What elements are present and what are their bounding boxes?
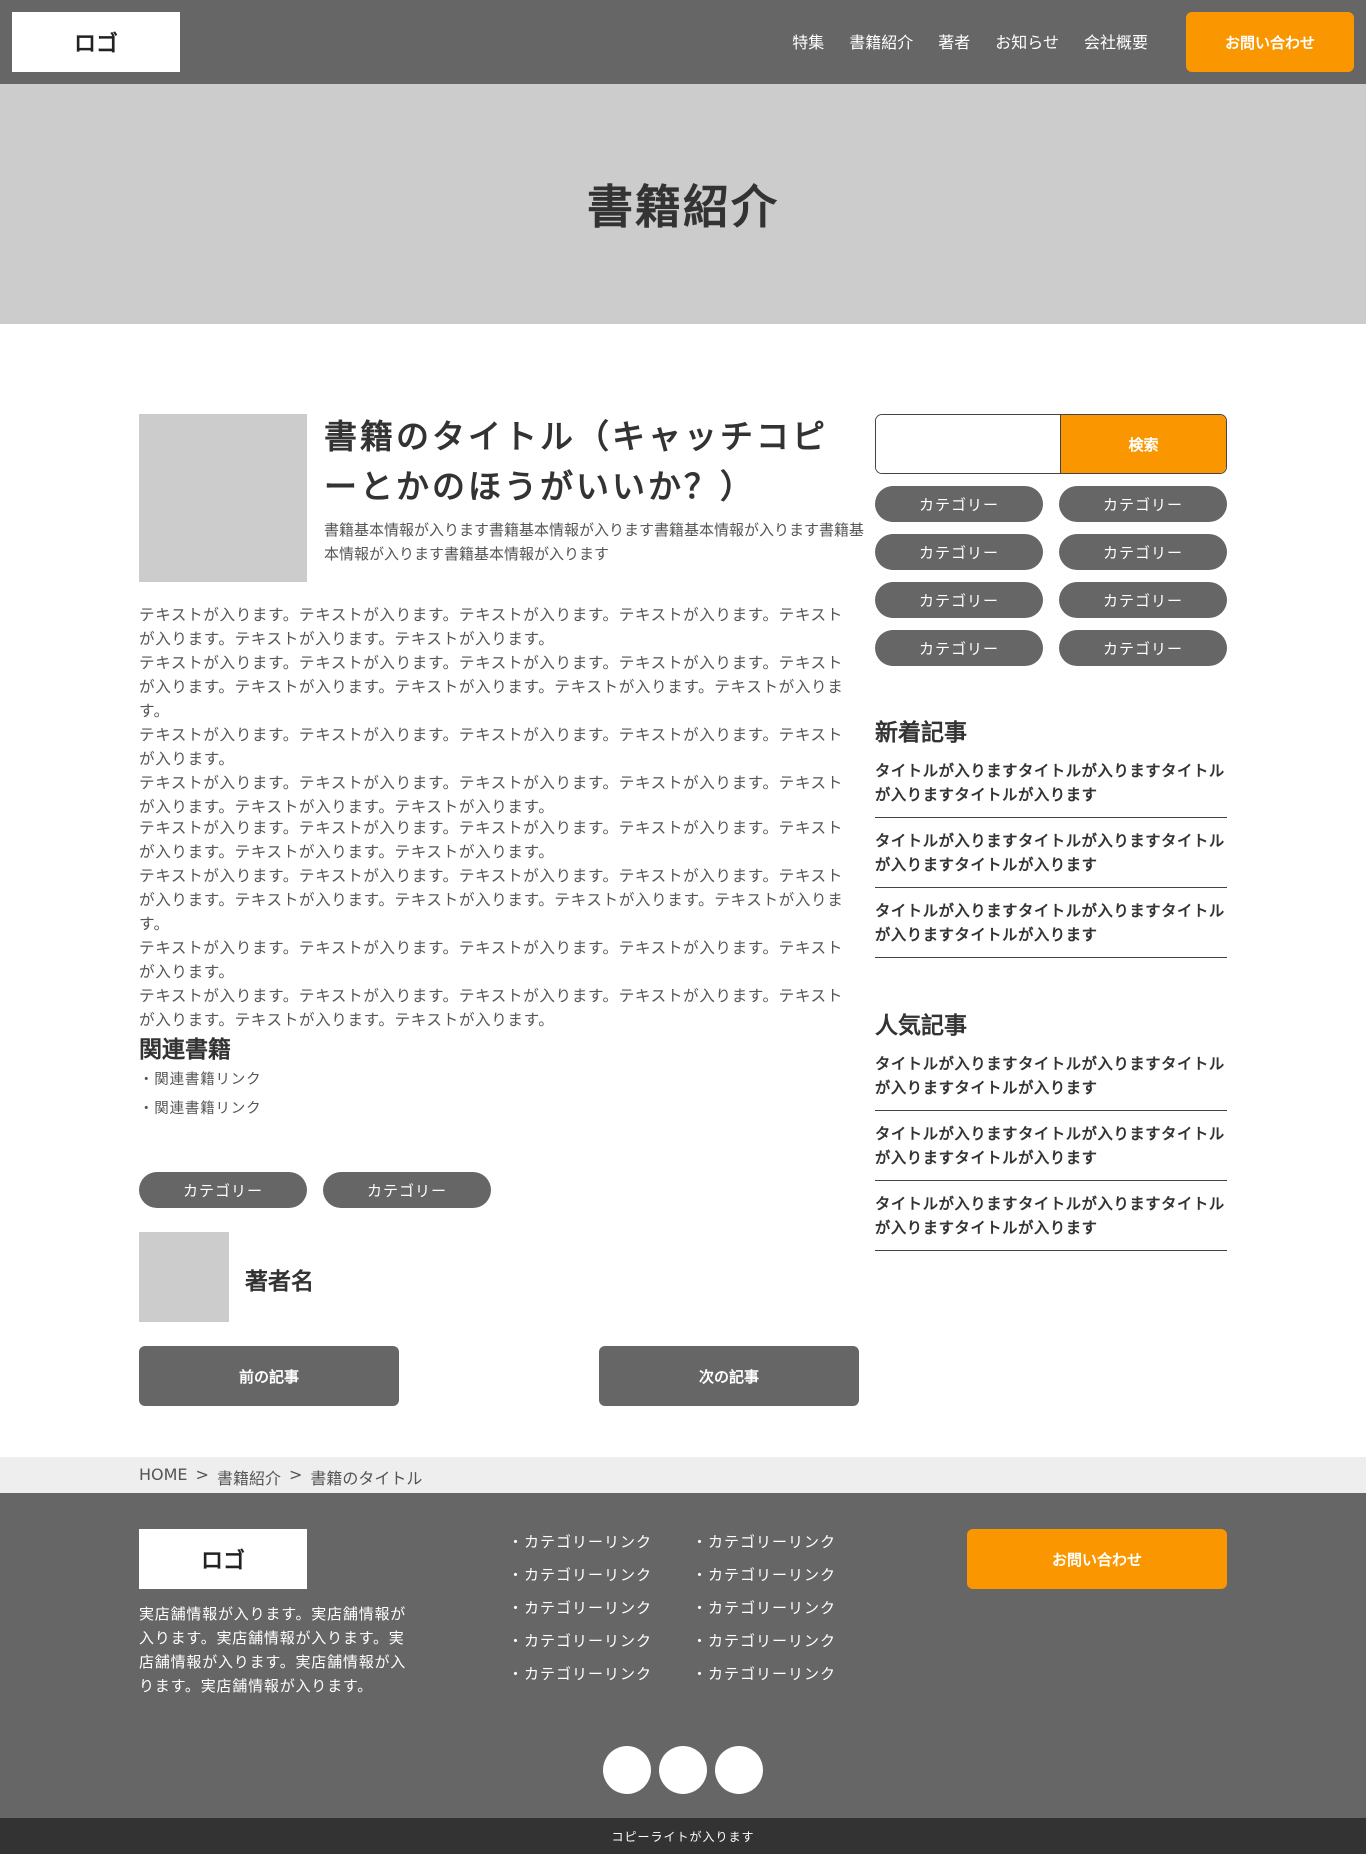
related-book-link[interactable]: ・関連書籍リンク	[139, 1066, 261, 1095]
footer-category-link[interactable]: ・カテゴリーリンク	[508, 1526, 652, 1559]
breadcrumb: HOME > 書籍紹介 > 書籍のタイトル	[139, 1465, 422, 1489]
book-title: 書籍のタイトル（キャッチコピーとかのほうがいいか？）	[324, 417, 828, 506]
next-article-button[interactable]: 次の記事	[599, 1346, 859, 1406]
popular-articles-heading: 人気記事	[875, 1013, 967, 1039]
footer-links-col2: ・カテゴリーリンク ・カテゴリーリンク ・カテゴリーリンク ・カテゴリーリンク …	[692, 1526, 836, 1691]
sidebar-category[interactable]: カテゴリー	[1059, 582, 1227, 618]
popular-article-item[interactable]: タイトルが入りますタイトルが入りますタイトルが入りますタイトルが入ります	[875, 1181, 1227, 1251]
footer-category-link[interactable]: ・カテゴリーリンク	[508, 1658, 652, 1691]
related-book-link[interactable]: ・関連書籍リンク	[139, 1095, 261, 1124]
site-footer: ロゴ 実店舗情報が入ります。実店舗情報が入ります。実店舗情報が入ります。実店舗情…	[0, 1493, 1366, 1818]
new-article-item[interactable]: タイトルが入りますタイトルが入りますタイトルが入りますタイトルが入ります	[875, 888, 1227, 958]
page-hero: 書籍紹介	[0, 84, 1366, 324]
footer-contact-button[interactable]: お問い合わせ	[967, 1529, 1227, 1589]
footer-category-link[interactable]: ・カテゴリーリンク	[508, 1625, 652, 1658]
related-books-heading: 関連書籍	[139, 1037, 231, 1063]
popular-article-item[interactable]: タイトルが入りますタイトルが入りますタイトルが入りますタイトルが入ります	[875, 1111, 1227, 1181]
nav-item-company[interactable]: 会社概要	[1084, 29, 1148, 53]
breadcrumb-separator: >	[288, 1465, 303, 1484]
social-icon[interactable]	[659, 1746, 707, 1794]
search-button[interactable]: 検索	[1060, 415, 1226, 473]
footer-links-col1: ・カテゴリーリンク ・カテゴリーリンク ・カテゴリーリンク ・カテゴリーリンク …	[508, 1526, 652, 1691]
new-article-item[interactable]: タイトルが入りますタイトルが入りますタイトルが入りますタイトルが入ります	[875, 748, 1227, 818]
breadcrumb-home[interactable]: HOME	[139, 1465, 188, 1489]
copyright: コピーライトが入ります	[0, 1818, 1366, 1854]
nav-item-books[interactable]: 書籍紹介	[849, 29, 913, 53]
new-articles-heading: 新着記事	[875, 720, 967, 746]
nav-item-feature[interactable]: 特集	[792, 29, 824, 53]
footer-category-link[interactable]: ・カテゴリーリンク	[692, 1625, 836, 1658]
footer-category-link[interactable]: ・カテゴリーリンク	[692, 1658, 836, 1691]
global-nav: 特集 書籍紹介 著者 お知らせ 会社概要	[792, 29, 1148, 53]
nav-item-news[interactable]: お知らせ	[995, 29, 1059, 53]
footer-category-link[interactable]: ・カテゴリーリンク	[508, 1559, 652, 1592]
prev-article-button[interactable]: 前の記事	[139, 1346, 399, 1406]
breadcrumb-books[interactable]: 書籍紹介	[217, 1465, 281, 1489]
sidebar-category[interactable]: カテゴリー	[1059, 630, 1227, 666]
logo[interactable]: ロゴ	[12, 12, 180, 72]
contact-button[interactable]: お問い合わせ	[1186, 12, 1354, 72]
sidebar-category[interactable]: カテゴリー	[1059, 534, 1227, 570]
social-icon[interactable]	[715, 1746, 763, 1794]
category-tag[interactable]: カテゴリー	[139, 1172, 307, 1208]
footer-logo[interactable]: ロゴ	[139, 1529, 307, 1589]
site-header: ロゴ 特集 書籍紹介 著者 お知らせ 会社概要 お問い合わせ	[0, 0, 1366, 84]
body-paragraph: テキストが入ります。テキストが入ります。テキストが入ります。テキストが入ります。…	[139, 819, 844, 1029]
author-avatar	[139, 1232, 229, 1322]
search-input[interactable]	[876, 415, 1060, 473]
nav-item-authors[interactable]: 著者	[938, 29, 970, 53]
author-name[interactable]: 著者名	[245, 1262, 314, 1296]
sidebar-category[interactable]: カテゴリー	[875, 582, 1043, 618]
footer-category-link[interactable]: ・カテゴリーリンク	[692, 1592, 836, 1625]
search-form: 検索	[875, 414, 1227, 474]
body-paragraph: テキストが入ります。テキストが入ります。テキストが入ります。テキストが入ります。…	[139, 606, 844, 816]
page-title: 書籍紹介	[587, 180, 779, 234]
breadcrumb-current: 書籍のタイトル	[310, 1469, 423, 1488]
breadcrumb-separator: >	[195, 1465, 209, 1484]
footer-category-link[interactable]: ・カテゴリーリンク	[692, 1559, 836, 1592]
popular-article-item[interactable]: タイトルが入りますタイトルが入りますタイトルが入りますタイトルが入ります	[875, 1041, 1227, 1111]
book-cover-image	[139, 414, 307, 582]
category-tag[interactable]: カテゴリー	[323, 1172, 491, 1208]
sidebar-category[interactable]: カテゴリー	[875, 486, 1043, 522]
new-articles-list: タイトルが入りますタイトルが入りますタイトルが入りますタイトルが入ります タイト…	[875, 748, 1227, 958]
social-icon[interactable]	[603, 1746, 651, 1794]
sidebar-category[interactable]: カテゴリー	[1059, 486, 1227, 522]
breadcrumb-bar: HOME > 書籍紹介 > 書籍のタイトル	[0, 1457, 1366, 1493]
store-info: 実店舗情報が入ります。実店舗情報が入ります。実店舗情報が入ります。実店舗情報が入…	[139, 1605, 407, 1695]
popular-articles-list: タイトルが入りますタイトルが入りますタイトルが入りますタイトルが入ります タイト…	[875, 1041, 1227, 1251]
footer-category-link[interactable]: ・カテゴリーリンク	[692, 1526, 836, 1559]
footer-category-link[interactable]: ・カテゴリーリンク	[508, 1592, 652, 1625]
sidebar-category[interactable]: カテゴリー	[875, 630, 1043, 666]
sidebar-category[interactable]: カテゴリー	[875, 534, 1043, 570]
book-basic-info: 書籍基本情報が入ります書籍基本情報が入ります書籍基本情報が入ります書籍基本情報が…	[324, 521, 865, 563]
related-books-list: ・関連書籍リンク ・関連書籍リンク	[139, 1066, 261, 1124]
new-article-item[interactable]: タイトルが入りますタイトルが入りますタイトルが入りますタイトルが入ります	[875, 818, 1227, 888]
